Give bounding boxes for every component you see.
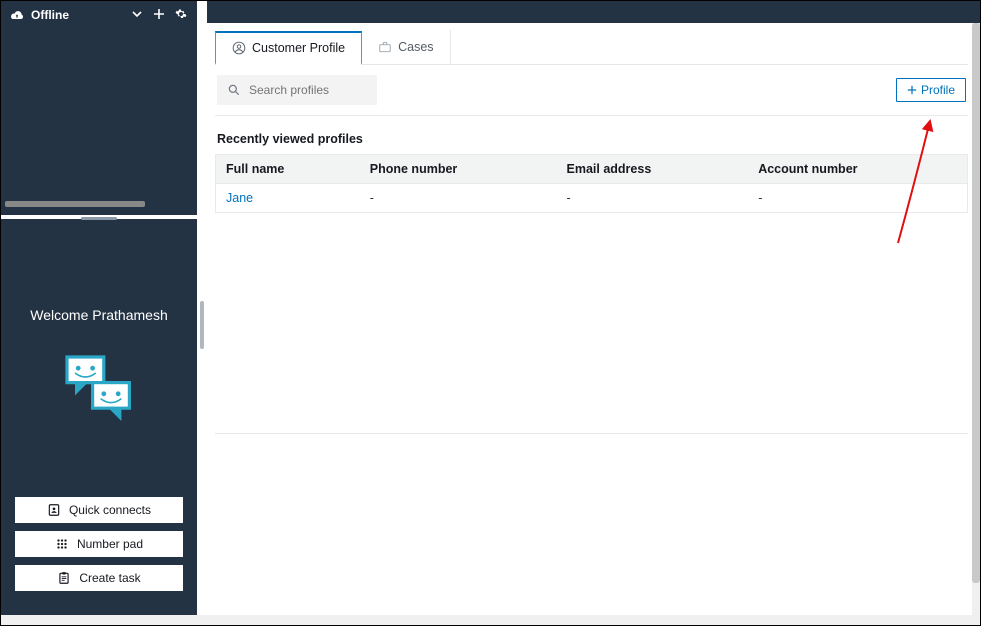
person-icon [232, 41, 246, 55]
sidebar-top-panel: Offline [1, 1, 197, 209]
agent-status-label: Offline [31, 8, 69, 22]
status-dropdown-icon[interactable] [129, 6, 145, 25]
quick-connects-button[interactable]: Quick connects [15, 497, 183, 523]
table-row[interactable]: Jane - - - [216, 184, 968, 213]
add-icon[interactable] [151, 6, 167, 25]
cell-email: - [557, 184, 749, 213]
briefcase-icon [378, 40, 392, 54]
col-email: Email address [557, 155, 749, 184]
chat-illustration [59, 349, 139, 429]
tab-customer-profile-label: Customer Profile [252, 41, 345, 55]
content-divider [215, 433, 968, 434]
profiles-table: Full name Phone number Email address Acc… [215, 154, 968, 213]
main-body: Customer Profile Cases Profile Rece [207, 23, 980, 625]
profile-link[interactable]: Jane [226, 191, 253, 205]
resize-handle[interactable] [81, 217, 117, 220]
tab-cases-label: Cases [398, 40, 433, 54]
tab-strip: Customer Profile Cases [215, 31, 968, 65]
cloud-icon [9, 9, 25, 21]
col-account: Account number [748, 155, 967, 184]
dialpad-icon [55, 537, 69, 551]
tab-cases[interactable]: Cases [362, 30, 450, 64]
vertical-scrollbar-thumb[interactable] [972, 23, 980, 583]
quick-connects-label: Quick connects [69, 503, 151, 517]
horizontal-scrollbar-thumb[interactable] [5, 201, 145, 207]
search-box[interactable] [217, 75, 377, 105]
bottom-strip [1, 615, 980, 625]
number-pad-label: Number pad [77, 537, 143, 551]
create-task-label: Create task [79, 571, 140, 585]
gear-icon[interactable] [173, 6, 189, 25]
search-input[interactable] [249, 83, 359, 97]
create-task-button[interactable]: Create task [15, 565, 183, 591]
create-profile-label: Profile [921, 83, 955, 97]
contacts-icon [47, 503, 61, 517]
app-root: Offline Welcome Prathamesh [1, 1, 980, 625]
cell-account: - [748, 184, 967, 213]
create-profile-button[interactable]: Profile [896, 78, 966, 102]
plus-icon [907, 85, 917, 95]
sidebar: Offline Welcome Prathamesh [1, 1, 197, 625]
tab-customer-profile[interactable]: Customer Profile [215, 31, 362, 65]
toolbar: Profile [215, 65, 968, 116]
sidebar-actions: Quick connects Number pad Create task [15, 497, 183, 591]
agent-status-bar[interactable]: Offline [1, 1, 197, 29]
col-full-name: Full name [216, 155, 360, 184]
number-pad-button[interactable]: Number pad [15, 531, 183, 557]
vertical-scrollbar[interactable] [972, 23, 980, 621]
table-header-row: Full name Phone number Email address Acc… [216, 155, 968, 184]
vertical-separator [197, 1, 207, 625]
vertical-resize-handle[interactable] [200, 301, 204, 349]
cell-phone: - [360, 184, 557, 213]
search-icon [227, 83, 241, 97]
recently-viewed-title: Recently viewed profiles [215, 116, 968, 154]
sidebar-bottom-panel: Welcome Prathamesh Quick connects [1, 223, 197, 625]
clipboard-icon [57, 571, 71, 585]
welcome-text: Welcome Prathamesh [30, 307, 167, 323]
col-phone: Phone number [360, 155, 557, 184]
main-header-bar [207, 1, 980, 23]
main-panel: Customer Profile Cases Profile Rece [207, 1, 980, 625]
